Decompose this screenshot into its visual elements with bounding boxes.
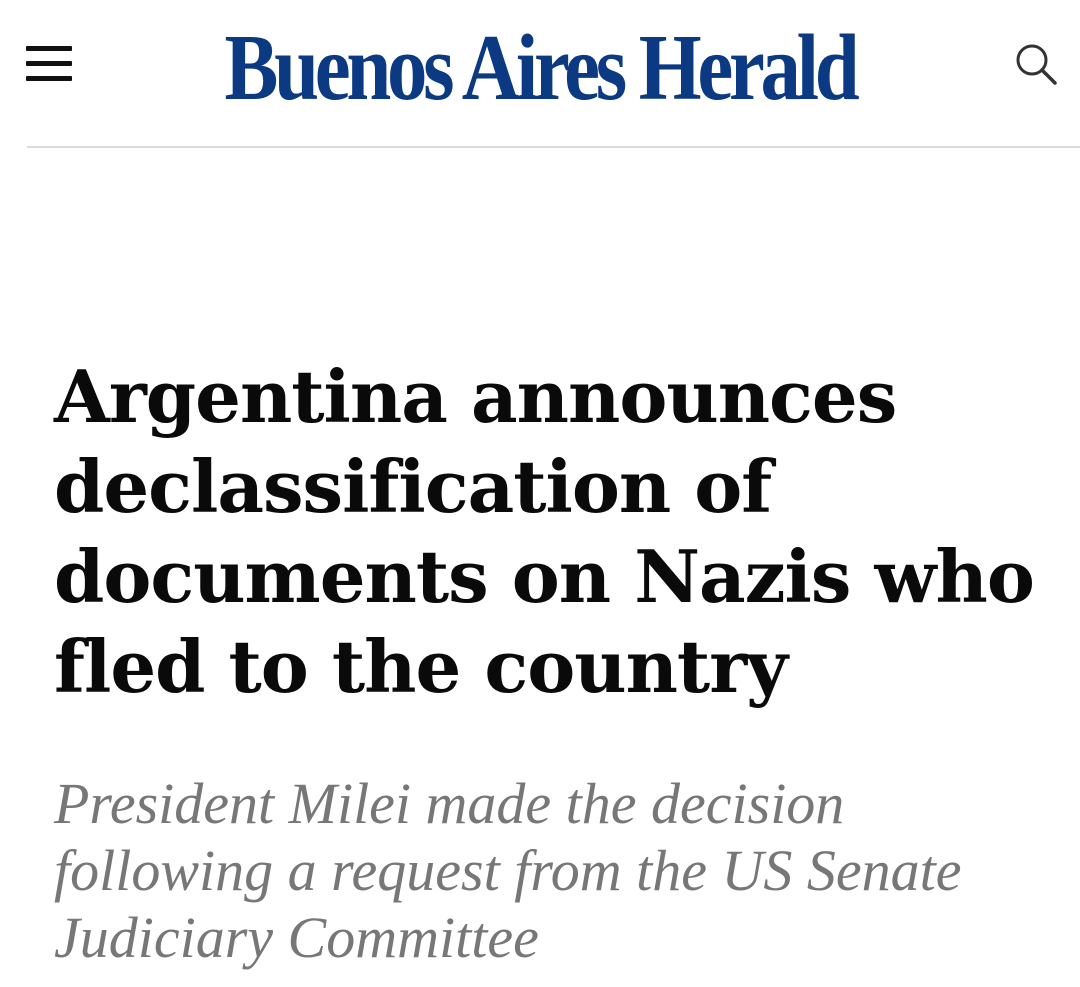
menu-bar [26,46,72,51]
article-subheadline: President Milei made the decision follow… [54,771,962,970]
hamburger-menu-icon[interactable] [22,40,76,88]
article-headline: Argentina announces declassification of … [54,354,1035,709]
menu-bar [26,61,72,66]
site-header: Buenos Aires Herald [0,0,1080,146]
site-logo[interactable]: Buenos Aires Herald [76,18,1005,118]
header-divider [27,146,1080,148]
search-icon-graphic [1016,44,1057,85]
menu-bar [26,76,72,81]
search-icon[interactable] [1010,38,1062,90]
